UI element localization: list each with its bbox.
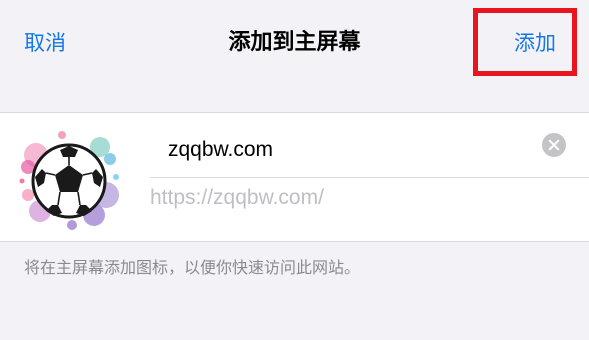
page-title: 添加到主屏幕 — [228, 30, 361, 55]
footer-note: 将在主屏幕添加图标，以便你快速访问此网站。 — [24, 258, 361, 277]
bookmark-card: zqqbw.com https://zqqbw.com/ — [0, 112, 589, 242]
navigation-bar: 取消 添加到主屏幕 添加 — [0, 0, 589, 86]
clear-text-button[interactable] — [542, 133, 566, 157]
field-divider — [150, 177, 589, 178]
bookmark-url-text: https://zqqbw.com/ — [150, 186, 324, 209]
soccer-ball-icon — [19, 131, 119, 230]
bookmark-name-field[interactable]: zqqbw.com — [168, 135, 273, 165]
add-button[interactable]: 添加 — [514, 28, 556, 58]
